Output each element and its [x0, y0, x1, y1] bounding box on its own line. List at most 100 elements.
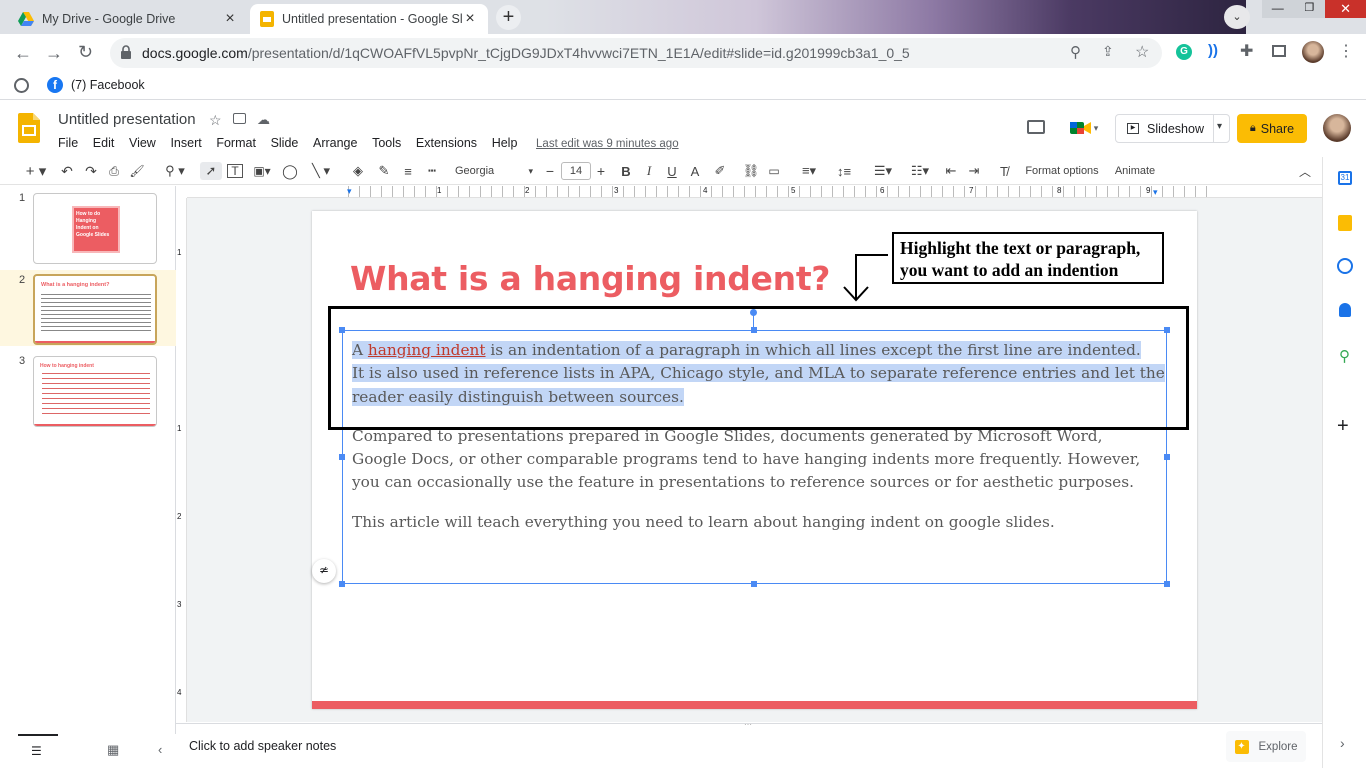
insert-link-icon[interactable]: ⛓︎: [743, 162, 760, 180]
numbered-list-icon[interactable]: ☷▾: [905, 162, 935, 180]
border-color-icon[interactable]: ✎: [376, 162, 392, 180]
collapse-filmstrip-icon[interactable]: ‹: [158, 742, 162, 757]
slide-title[interactable]: What is a hanging indent?: [350, 259, 830, 298]
menu-tools[interactable]: Tools: [372, 136, 401, 150]
menu-format[interactable]: Format: [216, 136, 256, 150]
slides-logo-icon[interactable]: [18, 113, 40, 143]
underline-icon[interactable]: U: [665, 162, 679, 180]
line-spacing-icon[interactable]: ↕≡: [835, 162, 853, 180]
font-size-input[interactable]: 14: [561, 162, 591, 180]
star-icon[interactable]: ☆: [209, 112, 222, 129]
border-weight-icon[interactable]: ≡: [400, 162, 416, 180]
maps-icon[interactable]: ⚲: [1339, 347, 1350, 365]
close-tab-icon[interactable]: ×: [462, 10, 478, 28]
decrease-font-size-icon[interactable]: −: [543, 162, 557, 180]
close-tab-icon[interactable]: ×: [222, 10, 238, 28]
expand-panel-icon[interactable]: ›: [1340, 735, 1345, 751]
explore-button[interactable]: ✦ Explore: [1226, 731, 1306, 762]
globe-icon[interactable]: [14, 78, 29, 93]
side-panel-icon[interactable]: [1272, 45, 1286, 57]
resize-handle[interactable]: [1164, 581, 1170, 587]
keep-icon[interactable]: [1338, 215, 1352, 231]
maximize-icon[interactable]: ❐: [1294, 0, 1326, 18]
contacts-icon[interactable]: [1339, 303, 1351, 317]
slide-thumbnail-3[interactable]: How to hanging indent: [33, 356, 157, 427]
grid-view-icon[interactable]: ▦: [107, 742, 119, 758]
presentation-title[interactable]: Untitled presentation: [58, 111, 196, 128]
cloud-saved-icon[interactable]: ☁: [257, 112, 270, 128]
chrome-menu-icon[interactable]: ⋮: [1338, 41, 1354, 61]
print-icon[interactable]: ⎙: [106, 162, 122, 180]
menu-arrange[interactable]: Arrange: [313, 136, 357, 150]
speaker-notes-placeholder[interactable]: Click to add speaker notes: [189, 739, 336, 753]
animate-button[interactable]: Animate: [1110, 162, 1160, 180]
meet-button[interactable]: ▾: [1064, 114, 1104, 142]
undo-icon[interactable]: ↶: [60, 162, 74, 180]
decrease-indent-icon[interactable]: ⇤: [943, 162, 959, 180]
slideshow-dropdown-icon[interactable]: ▾: [1217, 121, 1222, 132]
share-page-icon[interactable]: ⇪: [1102, 43, 1114, 60]
slideshow-button[interactable]: ▶ Slideshow ▾: [1115, 114, 1230, 143]
extensions-puzzle-icon[interactable]: ✚: [1240, 41, 1253, 61]
indent-marker-icon[interactable]: ▾: [347, 186, 352, 197]
font-family-select[interactable]: Georgia ▾: [455, 162, 533, 180]
line-icon[interactable]: ╲ ▾: [306, 162, 336, 180]
omnibox[interactable]: docs.google.com/presentation/d/1qCWOAFfV…: [110, 38, 1162, 68]
right-indent-marker-icon[interactable]: ▾: [1153, 187, 1158, 198]
filmstrip-view-icon[interactable]: ☰: [31, 744, 42, 758]
resize-handle[interactable]: [339, 581, 345, 587]
comments-icon[interactable]: [1027, 120, 1045, 134]
zoom-search-icon[interactable]: ⚲: [1070, 43, 1081, 61]
highlight-icon[interactable]: ✐: [712, 162, 728, 180]
forward-arrow-icon[interactable]: →: [45, 43, 63, 64]
menu-edit[interactable]: Edit: [93, 136, 115, 150]
bold-icon[interactable]: B: [619, 162, 633, 180]
italic-icon[interactable]: I: [642, 162, 656, 180]
border-dash-icon[interactable]: ┅: [424, 162, 440, 180]
increase-font-size-icon[interactable]: +: [594, 162, 608, 180]
align-icon[interactable]: ≡▾: [796, 162, 822, 180]
add-addon-plus-icon[interactable]: +: [1337, 415, 1349, 438]
collapse-toolbar-icon[interactable]: ︿: [1298, 162, 1312, 180]
fill-color-icon[interactable]: ◈: [350, 162, 366, 180]
clear-formatting-icon[interactable]: T̸: [996, 162, 1012, 180]
new-tab-button[interactable]: +: [496, 5, 521, 30]
menu-view[interactable]: View: [129, 136, 156, 150]
menu-extensions[interactable]: Extensions: [416, 136, 477, 150]
profile-avatar[interactable]: [1302, 41, 1324, 63]
insert-image-icon[interactable]: ▣▾: [250, 162, 274, 180]
bulleted-list-icon[interactable]: ☰▾: [868, 162, 898, 180]
redo-icon[interactable]: ↷: [84, 162, 98, 180]
menu-insert[interactable]: Insert: [170, 136, 201, 150]
extension-audio-icon[interactable]: )): [1208, 42, 1218, 59]
increase-indent-icon[interactable]: ⇥: [966, 162, 982, 180]
reload-icon[interactable]: ↻: [78, 42, 93, 63]
move-folder-icon[interactable]: [233, 113, 246, 124]
text-color-icon[interactable]: A: [688, 162, 702, 180]
last-edit-link[interactable]: Last edit was 9 minutes ago: [536, 138, 679, 150]
zoom-icon[interactable]: ⚲ ▾: [160, 162, 190, 180]
text-box-icon[interactable]: T: [227, 164, 243, 178]
minimize-icon[interactable]: —: [1262, 0, 1294, 18]
calendar-icon[interactable]: 31: [1338, 171, 1352, 185]
format-options-button[interactable]: Format options: [1022, 162, 1102, 180]
new-slide-plus-icon[interactable]: + ▾: [22, 162, 50, 180]
menu-help[interactable]: Help: [492, 136, 518, 150]
speaker-notes[interactable]: ⋯ Click to add speaker notes ✦ Explore: [176, 721, 1322, 768]
slide-2[interactable]: What is a hanging indent? A hanging inde…: [312, 211, 1197, 709]
resize-handle[interactable]: [339, 454, 345, 460]
grammarly-icon[interactable]: G: [1176, 44, 1192, 60]
menu-slide[interactable]: Slide: [271, 136, 299, 150]
tab-presentation[interactable]: Untitled presentation - Google Sli ×: [250, 4, 488, 34]
tab-search-chevron-icon[interactable]: ⌄: [1224, 5, 1250, 29]
share-button[interactable]: 🔒︎ Share: [1237, 114, 1307, 143]
paint-format-icon[interactable]: 🖌︎: [129, 162, 145, 180]
resize-handle[interactable]: [1164, 454, 1170, 460]
slide-thumbnail-2[interactable]: What is a hanging indent?: [33, 274, 157, 345]
tasks-icon[interactable]: [1337, 258, 1353, 274]
account-avatar[interactable]: [1323, 114, 1351, 142]
resize-handle[interactable]: [751, 581, 757, 587]
autofit-icon[interactable]: ≄: [312, 559, 336, 583]
tab-google-drive[interactable]: My Drive - Google Drive ×: [8, 4, 248, 34]
menu-file[interactable]: File: [58, 136, 78, 150]
